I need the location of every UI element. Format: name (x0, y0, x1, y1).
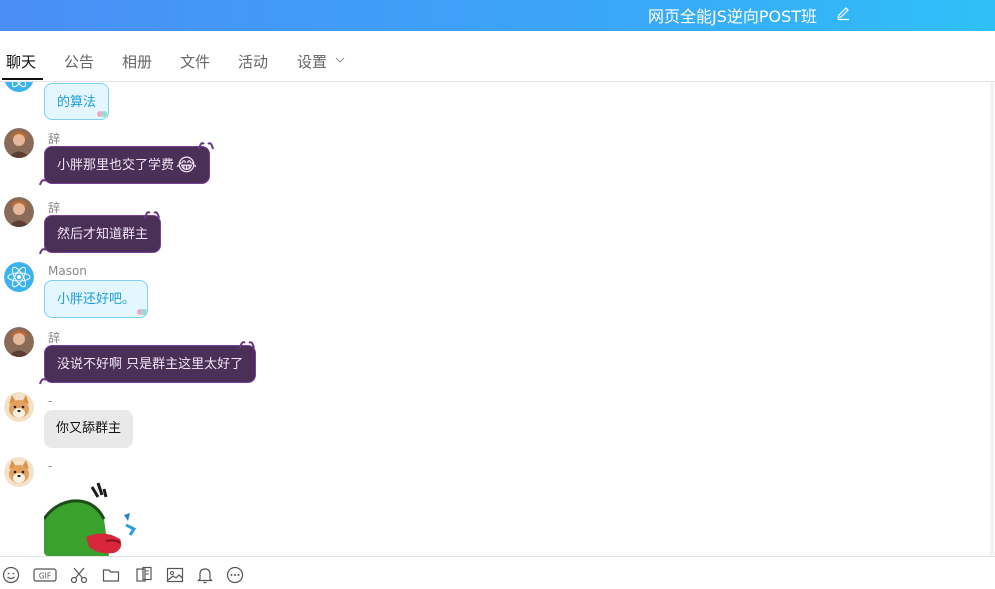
bubble-decoration-icon (137, 309, 147, 315)
message-bubble[interactable]: 小胖那里也交了学费 😂 (44, 146, 211, 184)
message-bubble[interactable]: 你又舔群主 (44, 410, 134, 448)
frog-sticker-image[interactable] (44, 479, 144, 556)
folder-icon[interactable] (102, 566, 120, 584)
smile-icon[interactable] (2, 566, 20, 584)
tab-settings[interactable]: 设置 (297, 51, 327, 72)
document-icon[interactable] (135, 566, 153, 584)
active-tab-indicator (2, 78, 43, 80)
edit-icon[interactable] (835, 5, 851, 21)
horn-decoration-icon (239, 341, 255, 349)
tab-album[interactable]: 相册 (122, 51, 152, 72)
message-bubble[interactable]: 小胖还好吧。 (44, 280, 149, 318)
chevron-down-icon[interactable] (334, 54, 346, 66)
user-ci-avatar[interactable] (4, 128, 34, 158)
message-list[interactable]: 的算法 辞 小胖那里也交了学费 😂 辞 然后才知道群主 Mason 小胖还好吧。… (0, 82, 995, 556)
tab-chat[interactable]: 聊天 (6, 51, 36, 72)
scrollbar[interactable] (989, 82, 995, 556)
tab-activity[interactable]: 活动 (238, 51, 268, 72)
shiba-avatar[interactable] (4, 457, 34, 487)
tab-announcement[interactable]: 公告 (64, 51, 94, 72)
input-toolbar: GIF (0, 556, 995, 589)
horn-decoration-icon (39, 378, 47, 385)
svg-text:GIF: GIF (39, 572, 51, 581)
message-bubble[interactable]: 然后才知道群主 (44, 215, 162, 253)
atom-avatar[interactable] (4, 82, 34, 92)
message-text: 小胖那里也交了学费 (57, 158, 175, 173)
sender-name: 辞 (48, 331, 61, 345)
atom-avatar[interactable] (4, 262, 34, 292)
group-title: 网页全能JS逆向POST班 (648, 7, 818, 26)
bell-icon[interactable] (196, 566, 214, 584)
horn-decoration-icon (144, 211, 160, 219)
shiba-avatar[interactable] (4, 392, 34, 422)
more-icon[interactable] (226, 566, 244, 584)
laughing-emoji-icon: 😂 (176, 155, 198, 176)
user-ci-avatar[interactable] (4, 327, 34, 357)
scissors-icon[interactable] (70, 566, 88, 584)
horn-decoration-icon (39, 248, 47, 255)
image-icon[interactable] (166, 566, 184, 584)
tab-bar: 聊天 公告 相册 文件 活动 设置 (0, 31, 995, 82)
message-bubble[interactable]: 没说不好啊 只是群主这里太好了 (44, 345, 257, 383)
sender-name: 辞 (48, 201, 61, 215)
sender-name: - (48, 459, 53, 473)
bubble-decoration-icon (97, 111, 107, 117)
horn-decoration-icon (39, 179, 47, 186)
sender-name: - (48, 394, 53, 408)
sender-name: 辞 (48, 132, 61, 146)
gif-icon[interactable]: GIF (33, 566, 57, 584)
sender-name: Mason (48, 264, 87, 278)
user-ci-avatar[interactable] (4, 197, 34, 227)
horn-decoration-icon (198, 142, 214, 150)
tab-files[interactable]: 文件 (180, 51, 210, 72)
title-bar: 网页全能JS逆向POST班 (0, 0, 995, 31)
